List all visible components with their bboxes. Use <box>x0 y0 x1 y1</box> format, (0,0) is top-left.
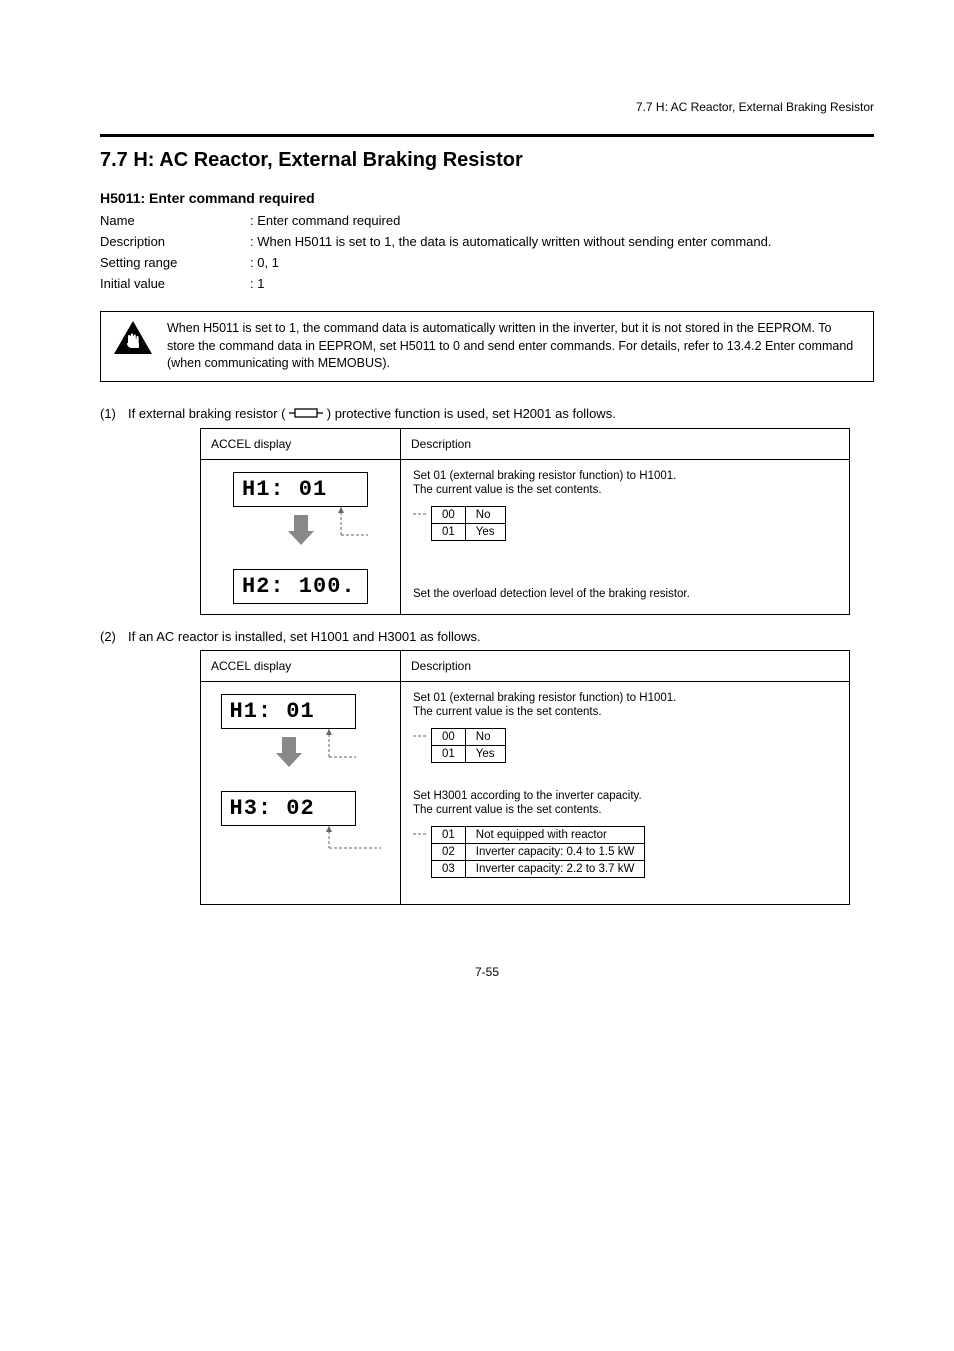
cell: 00 <box>432 506 466 523</box>
h5011-desc-value: : When H5011 is set to 1, the data is au… <box>250 233 874 252</box>
cell: No <box>465 728 505 745</box>
header-rule <box>100 134 874 137</box>
cell: 02 <box>432 843 466 860</box>
block2-inner-table2: 01Not equipped with reactor 02Inverter c… <box>431 826 645 878</box>
block1-col1: H1: 01 H2: 100. <box>201 460 401 614</box>
cell: Inverter capacity: 2.2 to 3.7 kW <box>465 860 645 877</box>
block1-hdr2: Description <box>401 429 849 459</box>
cell: Yes <box>465 745 505 762</box>
header-top-text: 7.7 H: AC Reactor, External Braking Resi… <box>100 100 874 114</box>
block1-body-row: H1: 01 H2: 100. <box>201 459 849 614</box>
list-item-2: (2) If an AC reactor is installed, set H… <box>100 629 874 644</box>
list-text-1a: If external braking resistor ( <box>128 406 286 421</box>
table-row: 01Not equipped with reactor <box>432 826 645 843</box>
table-row: 00No <box>432 506 506 523</box>
section-title: 7.7 H: AC Reactor, External Braking Resi… <box>100 149 874 172</box>
list-num-1: (1) <box>100 406 122 422</box>
list-text-2: If an AC reactor is installed, set H1001… <box>128 629 481 644</box>
block2-hdr1: ACCEL display <box>201 651 401 681</box>
cell: Not equipped with reactor <box>465 826 645 843</box>
cell: Inverter capacity: 0.4 to 1.5 kW <box>465 843 645 860</box>
cell: 01 <box>432 826 466 843</box>
cell: 00 <box>432 728 466 745</box>
block2-lcd1: H1: 01 <box>221 694 356 729</box>
h5011-name-value: : Enter command required <box>250 212 874 231</box>
caution-box: When H5011 is set to 1, the command data… <box>100 311 874 382</box>
block1-desc1-l1: Set 01 (external braking resistor functi… <box>413 470 837 482</box>
table-row: 02Inverter capacity: 0.4 to 1.5 kW <box>432 843 645 860</box>
block-2: ACCEL display Description H1: 01 <box>200 650 850 905</box>
caution-text: When H5011 is set to 1, the command data… <box>167 320 861 373</box>
block2-body-row: H1: 01 H3: 02 <box>201 681 849 904</box>
h5011-range-value: : 0, 1 <box>250 254 874 273</box>
cell: 01 <box>432 523 466 540</box>
table-row: 00No <box>432 728 506 745</box>
block2-desc2-l1: Set H3001 according to the inverter capa… <box>413 790 837 802</box>
block2-desc1-l1: Set 01 (external braking resistor functi… <box>413 692 837 704</box>
block2-lcd2: H3: 02 <box>221 791 356 826</box>
h5011-heading: H5011: Enter command required <box>100 190 874 206</box>
table-row: 03Inverter capacity: 2.2 to 3.7 kW <box>432 860 645 877</box>
h5011-name-label: Name <box>100 212 250 231</box>
cell: 03 <box>432 860 466 877</box>
block2-col1: H1: 01 H3: 02 <box>201 682 401 904</box>
cell: Yes <box>465 523 505 540</box>
table-row: 01Yes <box>432 745 506 762</box>
block2-header-row: ACCEL display Description <box>201 651 849 681</box>
list-num-2: (2) <box>100 629 122 644</box>
list-item-1: (1) If external braking resistor ( ) pro… <box>100 406 874 422</box>
block2-desc2-l2: The current value is the set contents. <box>413 804 837 816</box>
h5011-desc-label: Description <box>100 233 250 252</box>
block1-desc1-l2: The current value is the set contents. <box>413 484 837 496</box>
h5011-init-line: Initial value : 1 <box>100 275 874 294</box>
block1-desc2: Set the overload detection level of the … <box>413 588 837 600</box>
block1-hdr1: ACCEL display <box>201 429 401 459</box>
h5011-init-value: : 1 <box>250 275 874 294</box>
block1-lcd2: H2: 100. <box>233 569 368 604</box>
block1-header-row: ACCEL display Description <box>201 429 849 459</box>
block1-inner-table: 00No 01Yes <box>431 506 506 541</box>
caution-hand-icon <box>113 320 153 356</box>
block-1: ACCEL display Description H1: 01 <box>200 428 850 615</box>
cell: 01 <box>432 745 466 762</box>
h5011-desc-line: Description : When H5011 is set to 1, th… <box>100 233 874 252</box>
cell: No <box>465 506 505 523</box>
h5011-name-line: Name : Enter command required <box>100 212 874 231</box>
resistor-symbol-icon <box>289 407 323 422</box>
h5011-init-label: Initial value <box>100 275 250 294</box>
table-row: 01Yes <box>432 523 506 540</box>
block2-inner-table1: 00No 01Yes <box>431 728 506 763</box>
block1-col2: Set 01 (external braking resistor functi… <box>401 460 849 614</box>
block2-hdr2: Description <box>401 651 849 681</box>
h5011-range-label: Setting range <box>100 254 250 273</box>
page-footer: 7-55 <box>100 965 874 979</box>
block1-lcd1: H1: 01 <box>233 472 368 507</box>
list-text-1: If external braking resistor ( ) protect… <box>128 406 616 422</box>
list-text-1b: ) protective function is used, set H2001… <box>327 406 616 421</box>
block2-desc1-l2: The current value is the set contents. <box>413 706 837 718</box>
h5011-range-line: Setting range : 0, 1 <box>100 254 874 273</box>
block2-col2: Set 01 (external braking resistor functi… <box>401 682 849 904</box>
